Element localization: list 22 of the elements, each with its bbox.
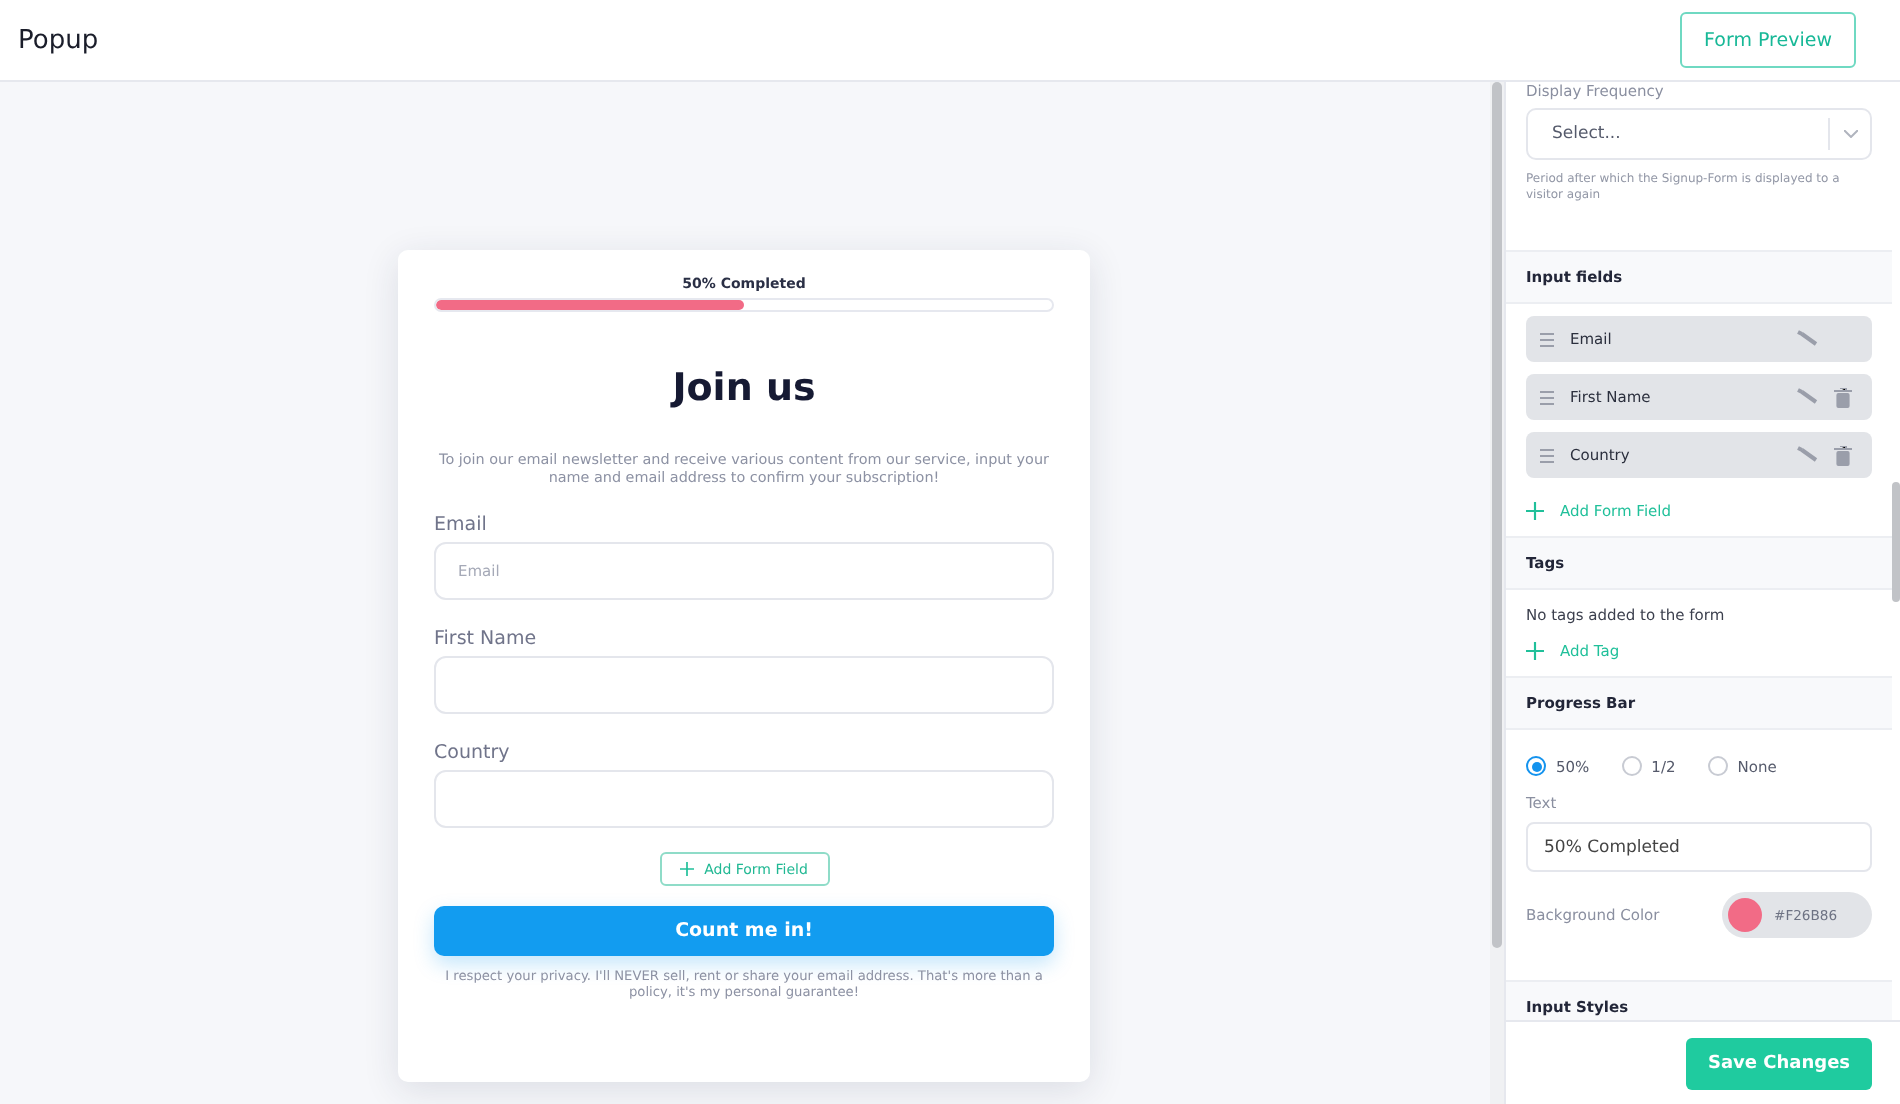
scrollbar[interactable] <box>1490 82 1504 1104</box>
plus-icon <box>680 862 695 876</box>
pencil-icon[interactable] <box>1796 388 1818 406</box>
input-field[interactable] <box>434 770 1054 828</box>
chevron-down-icon <box>1843 130 1857 138</box>
plus-icon <box>1526 642 1544 660</box>
field-label: Country <box>434 742 512 764</box>
frequency-select[interactable]: Select... <box>1526 108 1872 160</box>
trash-icon[interactable] <box>1834 387 1852 407</box>
text-input[interactable]: 50% Completed <box>1526 822 1872 872</box>
page-title: Popup <box>18 25 99 55</box>
form-title: Join us <box>668 366 818 410</box>
drag-handle-icon[interactable] <box>1540 331 1554 347</box>
plus-icon <box>1526 502 1544 520</box>
field-label: First Name <box>434 628 539 650</box>
pencil-icon[interactable] <box>1796 330 1818 348</box>
pencil-icon[interactable] <box>1796 446 1818 464</box>
field-label: Email <box>434 514 489 536</box>
drag-handle-icon[interactable] <box>1540 447 1554 463</box>
trash-icon[interactable] <box>1834 445 1852 465</box>
drag-handle-icon[interactable] <box>1540 389 1554 405</box>
input-field[interactable] <box>434 656 1054 714</box>
